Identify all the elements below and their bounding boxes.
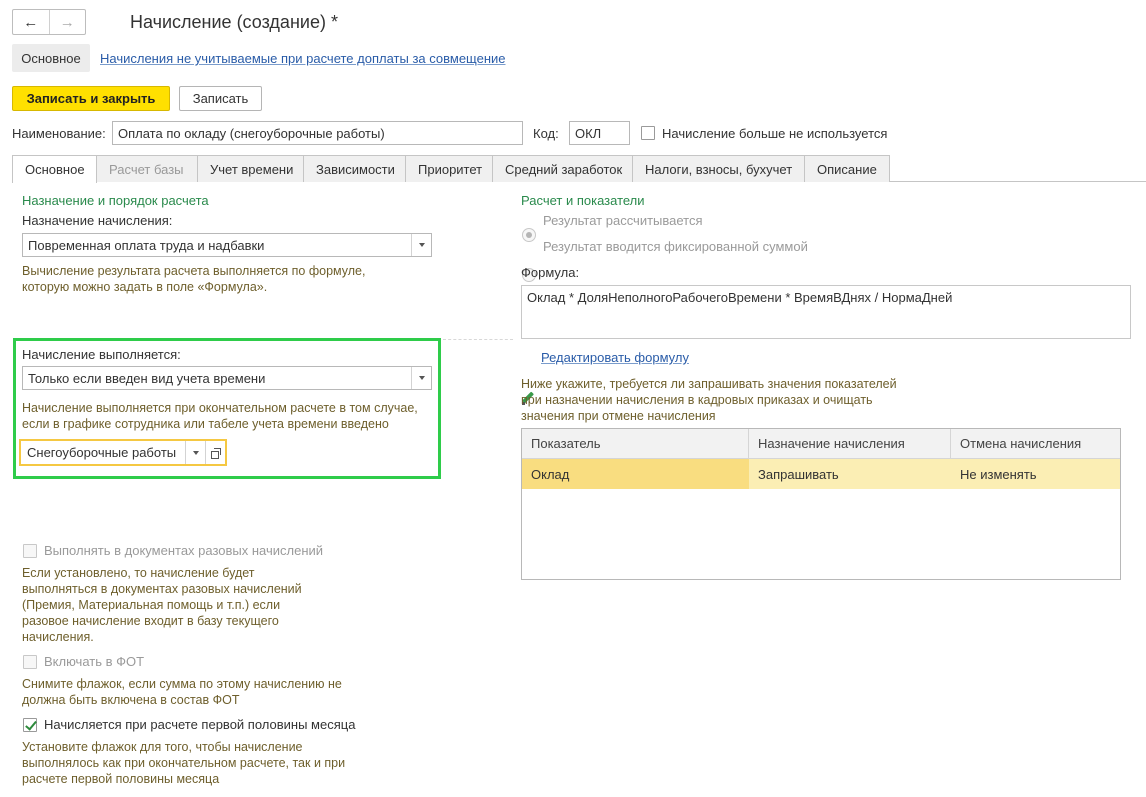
history-nav: ← → [12, 9, 86, 35]
code-input[interactable]: ОКЛ [569, 121, 630, 145]
open-button[interactable] [205, 441, 225, 464]
column-header-indicator[interactable]: Показатель [522, 429, 749, 458]
first-half-label: Начисляется при расчете первой половины … [44, 717, 356, 732]
section-link-combination[interactable]: Начисления не учитываемые при расчете до… [100, 51, 506, 66]
exec-select-value: Только если введен вид учета времени [28, 370, 266, 386]
tab-taxes[interactable]: Налоги, взносы, бухучет [632, 155, 805, 182]
first-half-note-2: выполнялось как при окончательном расчет… [22, 756, 346, 770]
unused-label: Начисление больше не используется [662, 126, 888, 141]
column-header-cancel[interactable]: Отмена начисления [951, 429, 1120, 458]
formula-field[interactable]: Оклад * ДоляНеполногоРабочегоВремени * В… [521, 285, 1131, 339]
tab-dependencies[interactable]: Зависимости [303, 155, 406, 182]
cell-cancel[interactable]: Не изменять [951, 459, 1120, 489]
exec-note-1: Начисление выполняется при окончательном… [22, 401, 418, 415]
purpose-note-1: Вычисление результата расчета выполняетс… [22, 264, 366, 278]
tab-main[interactable]: Основное [12, 155, 97, 183]
first-half-note-3: расчете первой половины месяца [22, 772, 220, 786]
tab-bar: Основное Расчет базы Учет времени Зависи… [12, 155, 890, 183]
purpose-select-value: Повременная оплата труда и надбавки [28, 237, 265, 253]
purpose-select[interactable]: Повременная оплата труда и надбавки [22, 233, 432, 257]
name-input[interactable]: Оплата по окладу (снегоуборочные работы) [112, 121, 523, 145]
page-title: Начисление (создание) * [130, 12, 338, 32]
tab-average-earnings[interactable]: Средний заработок [492, 155, 633, 182]
exec-note-2: если в графике сотрудника или табеле уче… [22, 417, 389, 431]
tab-base-calc[interactable]: Расчет базы [96, 155, 198, 182]
hint-line-1: Ниже укажите, требуется ли запрашивать з… [521, 377, 897, 391]
exec-select[interactable]: Только если введен вид учета времени [22, 366, 432, 390]
first-half-note-1: Установите флажок для того, чтобы начисл… [22, 740, 303, 754]
back-button[interactable]: ← [13, 10, 49, 34]
fot-label: Включать в ФОТ [44, 654, 145, 669]
purpose-label: Назначение начисления: [22, 213, 173, 228]
unused-checkbox[interactable] [641, 126, 655, 140]
section-main[interactable]: Основное [12, 44, 90, 72]
save-and-close-button[interactable]: Записать и закрыть [12, 86, 170, 111]
open-window-icon [210, 447, 221, 459]
one-time-note-3: (Премия, Материальная помощь и т.п.) есл… [22, 598, 281, 612]
table-row[interactable]: Оклад Запрашивать Не изменять [522, 459, 1120, 489]
tab-priority[interactable]: Приоритет [405, 155, 493, 182]
radio-calculated-label: Результат рассчитывается [543, 213, 703, 228]
one-time-note-5: начисления. [22, 630, 94, 644]
edit-formula-link[interactable]: Редактировать формулу [541, 350, 689, 365]
chevron-down-icon [418, 243, 425, 247]
table-header: Показатель Назначение начисления Отмена … [522, 429, 1120, 459]
arrow-right-icon: → [59, 13, 75, 31]
exec-label: Начисление выполняется: [22, 347, 181, 362]
cell-indicator[interactable]: Оклад [522, 459, 749, 489]
one-time-note-4: разовое начисление входит в базу текущег… [22, 614, 279, 628]
first-half-checkbox[interactable] [23, 718, 37, 732]
radio-calculated[interactable] [522, 228, 536, 242]
fot-checkbox[interactable] [23, 655, 37, 669]
indicators-table: Показатель Назначение начисления Отмена … [521, 428, 1121, 580]
time-type-value: Снегоуборочные работы [27, 445, 177, 460]
formula-label: Формула: [521, 265, 580, 280]
forward-button[interactable]: → [48, 10, 86, 34]
hint-line-3: значения при отмене начисления [521, 409, 716, 423]
group-title-calc: Расчет и показатели [521, 193, 645, 208]
radio-fixed-label: Результат вводится фиксированной суммой [543, 239, 808, 254]
dropdown-button[interactable] [185, 441, 205, 464]
code-label: Код: [533, 126, 559, 141]
one-time-checkbox[interactable] [23, 544, 37, 558]
separator [443, 339, 513, 340]
save-button[interactable]: Записать [179, 86, 262, 111]
tab-time-accounting[interactable]: Учет времени [197, 155, 304, 182]
one-time-note-2: выполняться в документах разовых начисле… [22, 582, 302, 596]
chevron-down-icon [418, 376, 425, 380]
purpose-note-2: которую можно задать в поле «Формула». [22, 280, 268, 294]
fot-note-1: Снимите флажок, если сумма по этому начи… [22, 677, 342, 691]
hint-line-2: при назначении начисления в кадровых при… [521, 393, 873, 407]
name-label: Наименование: [12, 126, 106, 141]
one-time-label: Выполнять в документах разовых начислени… [44, 543, 324, 558]
arrow-left-icon: ← [23, 13, 39, 31]
time-type-select[interactable]: Снегоуборочные работы [19, 439, 227, 466]
group-title-purpose: Назначение и порядок расчета [22, 193, 209, 208]
dropdown-button[interactable] [411, 234, 431, 256]
one-time-note-1: Если установлено, то начисление будет [22, 566, 255, 580]
cell-assignment[interactable]: Запрашивать [749, 459, 951, 489]
chevron-down-icon [192, 450, 199, 455]
fot-note-2: должна быть включена в состав ФОТ [22, 693, 240, 707]
tab-description[interactable]: Описание [804, 155, 890, 182]
column-header-assignment[interactable]: Назначение начисления [749, 429, 951, 458]
dropdown-button[interactable] [411, 367, 431, 389]
